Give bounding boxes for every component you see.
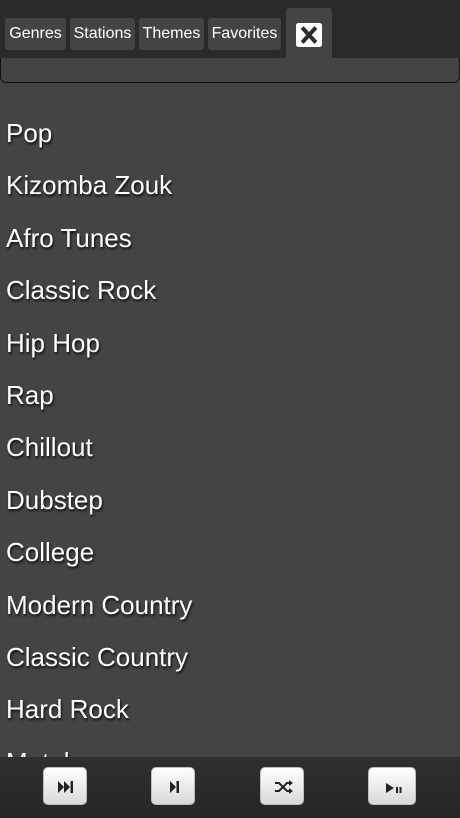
close-button[interactable] (286, 8, 332, 60)
skip-next-icon (170, 781, 179, 793)
genre-item-dubstep[interactable]: Dubstep (0, 474, 460, 526)
genre-item-kizomba-zouk[interactable]: Kizomba Zouk (0, 159, 460, 211)
tab-stations[interactable]: Stations (70, 18, 135, 50)
skip-next-button[interactable] (151, 767, 195, 805)
genre-item-afro-tunes[interactable]: Afro Tunes (0, 212, 460, 264)
genre-item-chillout[interactable]: Chillout (0, 421, 460, 473)
shuffle-icon (275, 780, 293, 794)
genre-item-classic-rock[interactable]: Classic Rock (0, 264, 460, 316)
genre-list[interactable]: Pop Kizomba Zouk Afro Tunes Classic Rock… (0, 107, 460, 757)
fast-forward-button[interactable] (43, 767, 87, 805)
genre-item-classic-country[interactable]: Classic Country (0, 631, 460, 683)
play-pause-button[interactable] (368, 767, 416, 805)
genre-item-metal[interactable]: Metal (0, 736, 460, 757)
player-controls (0, 757, 460, 818)
tab-bar: Genres Stations Themes Favorites (0, 0, 460, 60)
app-window: Genres Stations Themes Favorites Pop Kiz… (0, 0, 460, 818)
play-pause-icon (386, 783, 402, 793)
tab-genres[interactable]: Genres (5, 18, 66, 50)
genre-item-modern-country[interactable]: Modern Country (0, 579, 460, 631)
genre-item-hip-hop[interactable]: Hip Hop (0, 317, 460, 369)
tab-content-header (0, 58, 460, 83)
genre-item-college[interactable]: College (0, 526, 460, 578)
genre-item-hard-rock[interactable]: Hard Rock (0, 683, 460, 735)
close-icon (296, 23, 322, 47)
shuffle-button[interactable] (260, 767, 304, 805)
fast-forward-icon (58, 781, 73, 793)
genre-item-rap[interactable]: Rap (0, 369, 460, 421)
genre-item-pop[interactable]: Pop (0, 107, 460, 159)
tab-favorites[interactable]: Favorites (208, 18, 281, 50)
tab-themes[interactable]: Themes (139, 18, 204, 50)
